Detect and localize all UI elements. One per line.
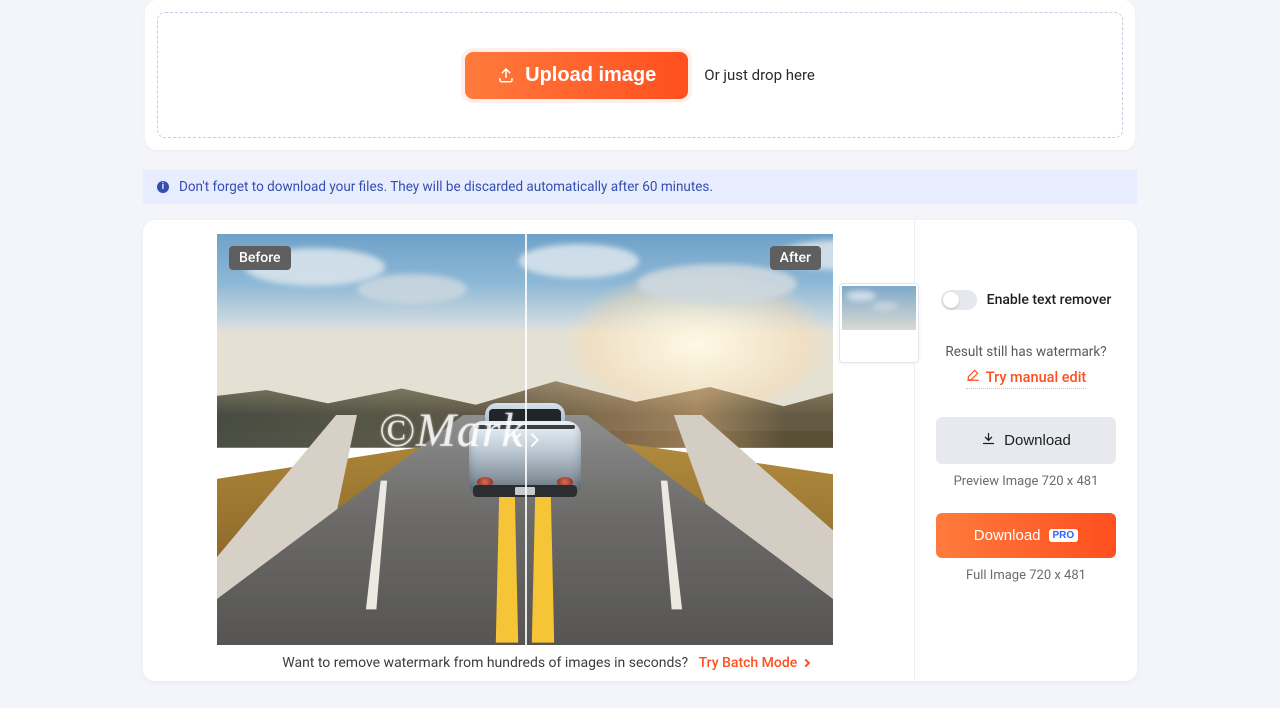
edit-icon [966, 368, 980, 386]
drop-hint-text: Or just drop here [704, 66, 815, 84]
upload-image-button[interactable]: Upload image [465, 52, 688, 99]
download-pro-button[interactable]: Download PRO [936, 513, 1116, 558]
try-manual-edit-link[interactable]: Try manual edit [966, 368, 1086, 389]
info-icon: i [157, 181, 169, 193]
still-has-watermark-text: Result still has watermark? [945, 344, 1106, 360]
compare-slider-handle[interactable] [525, 234, 527, 645]
upload-dropzone[interactable]: Upload image Or just drop here [157, 12, 1123, 138]
text-remover-label: Enable text remover [987, 292, 1112, 308]
batch-mode-caption: Want to remove watermark from hundreds o… [217, 655, 874, 671]
before-after-compare[interactable]: ©Mark [217, 234, 833, 645]
pro-badge: PRO [1049, 529, 1079, 542]
watermark-overlay: ©Mark [378, 403, 523, 458]
download-reminder-notice: i Don't forget to download your files. T… [143, 170, 1137, 204]
upload-icon [497, 66, 515, 84]
batch-prompt-text: Want to remove watermark from hundreds o… [282, 655, 688, 671]
before-badge: Before [229, 246, 291, 270]
try-batch-mode-link[interactable]: Try Batch Mode [699, 655, 809, 671]
download-preview-button[interactable]: Download [936, 417, 1116, 464]
chevron-right-icon [525, 432, 539, 446]
upload-button-label: Upload image [525, 64, 656, 87]
full-dimensions-text: Full Image 720 x 481 [966, 568, 1086, 583]
download-icon [981, 431, 996, 450]
chevron-right-icon [801, 659, 809, 667]
enable-text-remover-toggle[interactable] [941, 290, 977, 310]
image-thumbnail[interactable] [839, 283, 919, 363]
preview-dimensions-text: Preview Image 720 x 481 [954, 474, 1099, 489]
notice-text: Don't forget to download your files. The… [179, 179, 713, 195]
after-badge: After [770, 246, 821, 270]
